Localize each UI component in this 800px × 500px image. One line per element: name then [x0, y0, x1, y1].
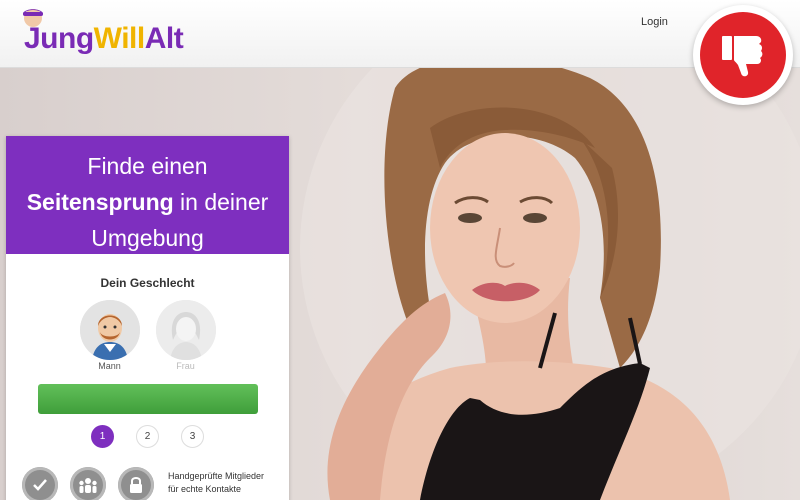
gender-label-female: Frau [176, 361, 195, 371]
male-avatar-icon [79, 300, 140, 360]
headline-rest: in deiner [173, 189, 269, 215]
step-3: 3 [181, 425, 204, 448]
gender-option-female[interactable]: Frau [155, 300, 217, 371]
rating-badge [693, 5, 793, 105]
logo-part-alt: Alt [144, 22, 184, 55]
headline-line-3: Umgebung [91, 225, 204, 251]
logo-part-will: Will [93, 22, 146, 55]
feature-text: Handgeprüfte Mitglieder für echte Kontak… [168, 470, 264, 496]
signup-headline: Finde einen Seitensprung in deiner Umgeb… [6, 136, 289, 254]
checkmark-icon [22, 467, 58, 500]
login-link[interactable]: Login [641, 16, 668, 28]
headline-line-2: Seitensprung in deiner [6, 184, 289, 220]
feature-text-line-1: Handgeprüfte Mitglieder [168, 471, 265, 481]
members-icon [70, 467, 106, 500]
headline-bold: Seitensprung [26, 189, 174, 215]
feature-row: Handgeprüfte Mitglieder für echte Kontak… [6, 467, 289, 500]
gender-label-male: Mann [98, 361, 121, 371]
headline-line-1: Finde einen [87, 153, 208, 179]
gender-title: Dein Geschlecht [100, 276, 195, 290]
female-avatar-icon [155, 300, 216, 360]
gender-options: Mann Frau [6, 300, 289, 371]
thumbs-down-icon [722, 36, 763, 77]
lock-icon [118, 467, 154, 500]
step-1: 1 [91, 425, 114, 448]
top-header: JungWillAlt Login [0, 0, 800, 68]
signup-card: Finde einen Seitensprung in deiner Umgeb… [6, 136, 289, 500]
gender-option-male[interactable]: Mann [79, 300, 141, 371]
step-2: 2 [136, 425, 159, 448]
site-logo[interactable]: JungWillAlt [18, 6, 184, 56]
continue-button[interactable] [37, 384, 258, 414]
feature-text-line-2: für echte Kontakte [168, 484, 242, 494]
logo-mascot-icon [23, 9, 43, 27]
step-indicator: 1 2 3 [6, 425, 289, 448]
